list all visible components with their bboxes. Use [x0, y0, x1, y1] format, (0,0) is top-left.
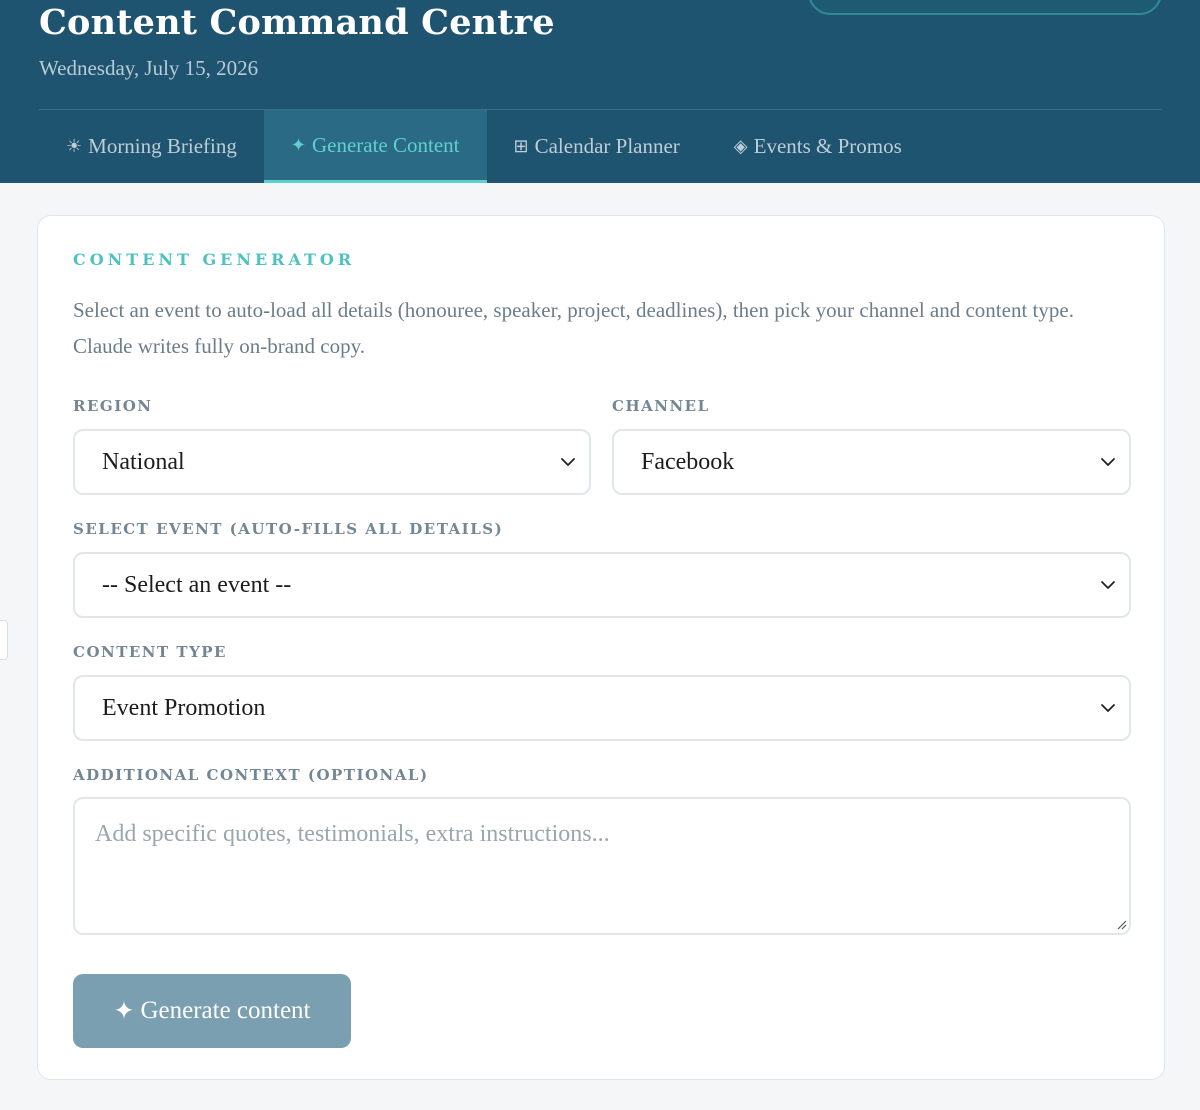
sun-icon: ☀: [66, 136, 83, 156]
event-value: -- Select an event --: [102, 571, 292, 598]
page-title: Content Command Centre: [39, 2, 555, 43]
tab-bar: ☀ Morning Briefing ✦ Generate Content ⊞ …: [39, 110, 929, 183]
sparkle-icon: ✦: [113, 998, 135, 1025]
side-panel-handle[interactable]: [0, 620, 8, 660]
tab-calendar-planner[interactable]: ⊞ Calendar Planner: [487, 110, 707, 183]
sparkle-icon: ✦: [290, 134, 306, 155]
region-select[interactable]: National: [73, 429, 591, 495]
grid-icon: ⊞: [513, 136, 529, 156]
generate-button-label: Generate content: [140, 997, 311, 1024]
tab-label: Morning Briefing: [88, 134, 237, 158]
generator-description: Select an event to auto-load all details…: [73, 298, 1074, 358]
tab-label: Events & Promos: [753, 134, 902, 158]
resize-grip-icon[interactable]: [1115, 918, 1127, 930]
chevron-down-icon: [1101, 704, 1115, 712]
header-action-button[interactable]: [808, 0, 1162, 15]
channel-select[interactable]: Facebook: [612, 429, 1131, 495]
context-label: ADDITIONAL CONTEXT (OPTIONAL): [73, 766, 429, 784]
event-select[interactable]: -- Select an event --: [73, 552, 1131, 618]
chevron-down-icon: [1101, 458, 1115, 466]
section-title: CONTENT GENERATOR: [73, 250, 356, 269]
tab-morning-briefing[interactable]: ☀ Morning Briefing: [39, 110, 264, 183]
region-label: REGION: [73, 397, 153, 415]
content-type-value: Event Promotion: [102, 694, 266, 721]
content-type-select[interactable]: Event Promotion: [73, 675, 1131, 741]
content-generator-card: CONTENT GENERATOR Select an event to aut…: [37, 215, 1165, 1080]
additional-context-textarea[interactable]: [73, 797, 1131, 935]
chevron-down-icon: [1101, 581, 1115, 589]
tab-events-promos[interactable]: ◈ Events & Promos: [707, 110, 929, 183]
channel-value: Facebook: [641, 448, 735, 475]
tab-label: Generate Content: [311, 132, 460, 157]
tab-label: Calendar Planner: [534, 134, 680, 158]
event-label: SELECT EVENT (AUTO-FILLS ALL DETAILS): [73, 520, 504, 538]
chevron-down-icon: [561, 458, 575, 466]
channel-label: CHANNEL: [612, 397, 710, 415]
generate-content-button[interactable]: ✦ Generate content: [73, 974, 351, 1048]
current-date: Wednesday, July 15, 2026: [39, 56, 259, 80]
diamond-icon: ◈: [733, 136, 748, 156]
tab-generate-content[interactable]: ✦ Generate Content: [263, 110, 487, 183]
content-type-label: CONTENT TYPE: [73, 643, 227, 661]
app-header: Content Command Centre Wednesday, July 1…: [0, 0, 1200, 183]
region-value: National: [102, 448, 185, 475]
